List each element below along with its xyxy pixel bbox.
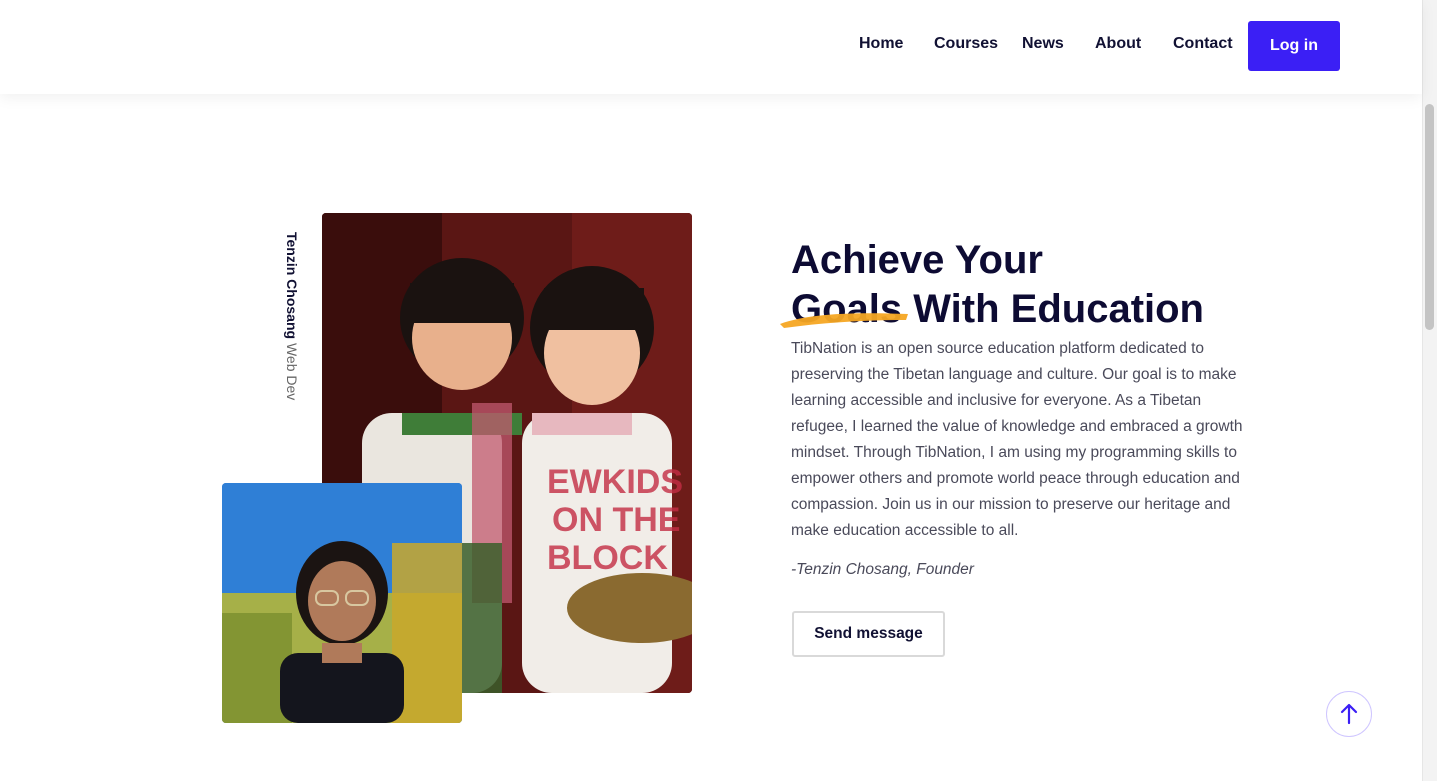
svg-text:EWKIDS: EWKIDS: [547, 463, 683, 501]
founder-name: Tenzin Chosang: [284, 232, 300, 340]
founder-role: Web Dev: [284, 342, 300, 401]
send-message-button[interactable]: Send message: [792, 611, 945, 657]
founder-caption: Tenzin Chosang Web Dev: [278, 232, 300, 422]
svg-text:ON THE: ON THE: [552, 501, 680, 539]
login-button[interactable]: Log in: [1248, 21, 1340, 71]
founder-quote: -Tenzin Chosang, Founder: [791, 561, 974, 578]
nav-contact[interactable]: Contact: [1173, 35, 1233, 53]
svg-text:BLOCK: BLOCK: [547, 539, 668, 577]
headline-line-1: Achieve Your: [791, 238, 1043, 282]
site-header: Home Courses News About Contact Log in: [0, 0, 1422, 94]
nav-news[interactable]: News: [1022, 35, 1064, 53]
nav-courses[interactable]: Courses: [934, 35, 998, 53]
scroll-to-top-button[interactable]: [1326, 691, 1372, 737]
nav-home[interactable]: Home: [859, 35, 903, 53]
founder-portrait: [222, 483, 462, 723]
hero-description: TibNation is an open source education pl…: [791, 340, 1243, 539]
founder-portrait-illustration: [222, 483, 462, 723]
scrollbar-thumb[interactable]: [1425, 104, 1434, 330]
arrow-up-icon: [1340, 703, 1358, 725]
nav-about[interactable]: About: [1095, 35, 1141, 53]
brush-underline-decoration: [780, 313, 908, 328]
